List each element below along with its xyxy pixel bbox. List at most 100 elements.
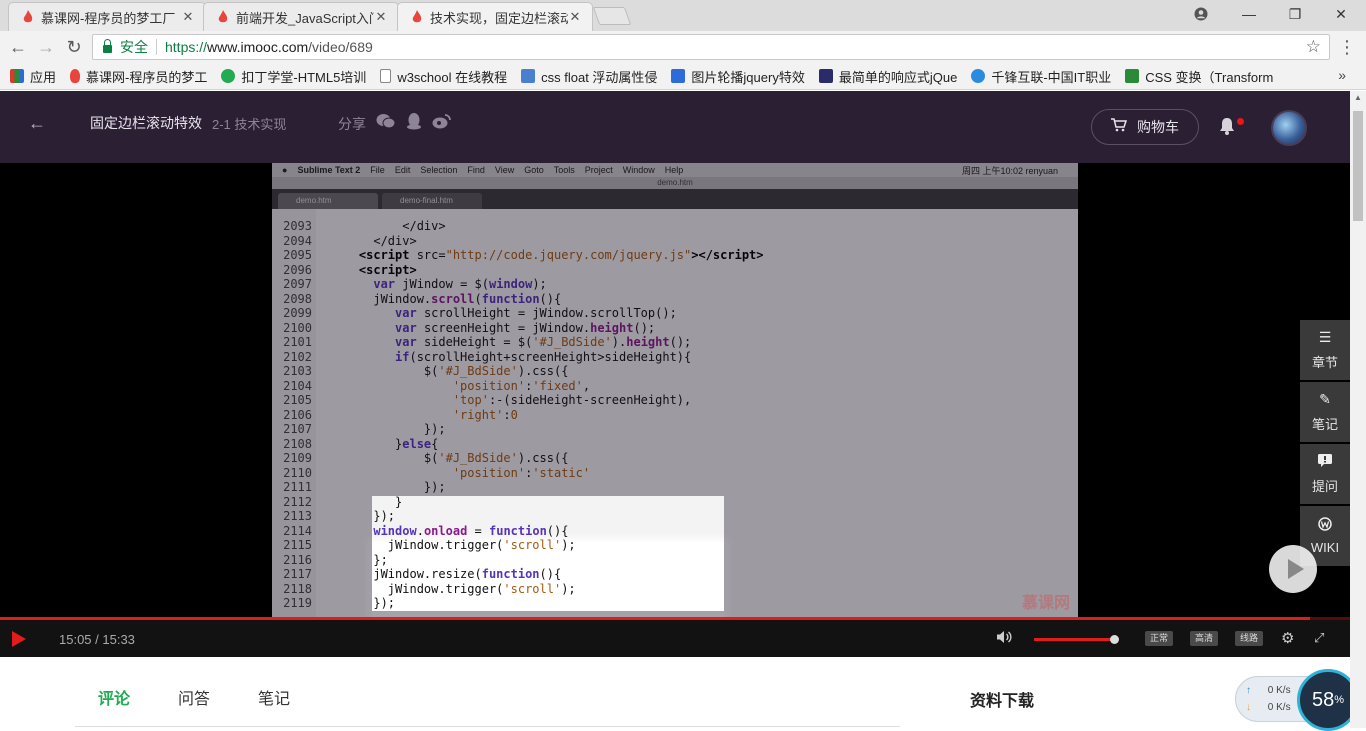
omnibox-divider <box>156 39 157 55</box>
close-icon[interactable]: ✕ <box>181 9 195 25</box>
kdxt-icon <box>221 69 236 83</box>
volume-knob[interactable] <box>1110 635 1119 644</box>
big-play-button[interactable] <box>1269 545 1317 593</box>
mac-menubar: ● Sublime Text 2 File Edit Selection Fin… <box>272 163 1078 177</box>
bookmark-apps[interactable]: 应用 <box>10 67 56 86</box>
tab-title: 技术实现，固定边栏滚动 <box>430 10 568 26</box>
bookmark-item[interactable]: 千锋互联-中国IT职业 <box>971 67 1111 86</box>
pencil-icon: ✎ <box>1319 391 1331 407</box>
weibo-icon[interactable] <box>432 113 452 134</box>
editor-tab: demo-final.htm <box>382 193 482 209</box>
list-icon: ☰ <box>1318 329 1332 345</box>
editor-tab: demo.htm <box>278 193 378 209</box>
more-bookmarks-icon[interactable]: » <box>1338 67 1346 83</box>
bookmark-star-icon[interactable]: ☆ <box>1306 37 1321 57</box>
playback-time: 15:05 / 15:33 <box>59 632 135 647</box>
speed-normal-chip[interactable]: 正常 <box>1145 631 1174 646</box>
responsive-icon <box>818 69 833 83</box>
editor-titlebar: demo.htm <box>272 177 1078 189</box>
tabs-divider <box>75 726 900 727</box>
bell-icon[interactable] <box>1219 117 1235 140</box>
bookmark-item[interactable]: 扣丁学堂-HTML5培训 <box>221 67 366 86</box>
course-header: ← 固定边栏滚动特效 2-1 技术实现 分享 购物车 <box>0 91 1350 163</box>
lock-icon <box>103 39 112 53</box>
video-player[interactable]: ● Sublime Text 2 File Edit Selection Fin… <box>0 163 1350 619</box>
bookmark-item[interactable]: 慕课网-程序员的梦工 <box>70 67 207 86</box>
bookmark-item[interactable]: css float 浮动属性侵 <box>521 67 657 86</box>
url-host: www.imooc.com <box>207 39 309 55</box>
notification-dot <box>1237 118 1244 125</box>
side-notes-button[interactable]: ✎ 笔记 <box>1300 382 1350 442</box>
fullscreen-icon[interactable]: ⤢ <box>1314 630 1324 646</box>
player-side-panel: ☰ 章节 ✎ 笔记 提问 WIKI <box>1300 320 1350 568</box>
download-speed-row: ↓ 0 K/s <box>1246 702 1291 713</box>
upload-speed: 0 K/s <box>1267 685 1291 696</box>
player-controls: 15:05 / 15:33 正常 高清 线路 ⚙ ⤢ <box>0 620 1350 657</box>
page-scrollbar[interactable]: ▲ <box>1350 91 1366 728</box>
line-select-chip[interactable]: 线路 <box>1235 631 1264 646</box>
browser-tab-current[interactable]: 技术实现，固定边栏滚动 ✕ <box>397 2 593 31</box>
bookmark-item[interactable]: 图片轮播jquery特效 <box>671 67 805 86</box>
downloads-heading: 资料下载 <box>970 693 1035 710</box>
url-path: /video/689 <box>308 39 373 55</box>
bookmarks-bar: 应用 慕课网-程序员的梦工 扣丁学堂-HTML5培训 w3school 在线教程… <box>0 63 1366 90</box>
minimize-button[interactable]: — <box>1226 0 1272 28</box>
code-editor: 2093 </div> 2094 </div> 2095 <script src… <box>272 209 1078 619</box>
cart-button[interactable]: 购物车 <box>1091 109 1199 145</box>
tab-notes[interactable]: 笔记 <box>258 685 290 709</box>
side-chapters-button[interactable]: ☰ 章节 <box>1300 320 1350 380</box>
cpu-value: 58 <box>1311 688 1335 711</box>
scroll-up-icon[interactable]: ▲ <box>1354 93 1362 102</box>
volume-slider[interactable] <box>1034 635 1119 644</box>
download-arrow-icon: ↓ <box>1246 702 1251 713</box>
quality-hd-chip[interactable]: 高清 <box>1190 631 1219 646</box>
profile-icon[interactable] <box>1178 0 1224 28</box>
cart-icon <box>1111 118 1128 136</box>
bookmark-item[interactable]: w3school 在线教程 <box>380 67 507 86</box>
wiki-icon <box>1318 517 1332 534</box>
volume-icon[interactable] <box>996 630 1012 648</box>
code-block: 2093 </div> 2094 </div> 2095 <script src… <box>283 219 764 610</box>
menu-icon[interactable]: ⋮ <box>1336 36 1358 58</box>
tab-comments[interactable]: 评论 <box>98 685 130 709</box>
apple-icon: ● <box>282 165 288 175</box>
restore-button[interactable]: ❐ <box>1272 0 1318 28</box>
browser-tab-frontend[interactable]: 前端开发_JavaScript入门 ✕ <box>203 2 399 31</box>
qq-icon[interactable] <box>406 112 422 135</box>
address-bar[interactable]: 安全 https:// www.imooc.com /video/689 ☆ <box>92 34 1330 60</box>
browser-tab-imooc[interactable]: 慕课网-程序员的梦工厂 ✕ <box>8 2 206 31</box>
side-question-button[interactable]: 提问 <box>1300 444 1350 504</box>
tab-title: 慕课网-程序员的梦工厂 <box>41 10 176 26</box>
jquery-icon <box>671 69 686 83</box>
upload-speed-row: ↑ 0 K/s <box>1246 685 1291 696</box>
course-title: 固定边栏滚动特效 <box>90 115 202 131</box>
url-scheme: https:// <box>165 39 208 55</box>
scrollbar-thumb[interactable] <box>1353 111 1363 221</box>
play-icon[interactable] <box>12 631 26 647</box>
new-tab-button[interactable] <box>592 7 632 25</box>
bookmark-item[interactable]: 最简单的响应式jQue <box>818 67 957 86</box>
close-icon[interactable]: ✕ <box>374 9 388 25</box>
bookmark-item[interactable]: CSS 变换（Transform <box>1125 67 1273 86</box>
css-icon <box>521 69 536 83</box>
back-arrow-icon[interactable]: ← <box>28 113 46 134</box>
forward-icon[interactable]: → <box>35 36 57 58</box>
browser-toolbar: ← → ↻ 安全 https:// www.imooc.com /video/6… <box>0 31 1366 63</box>
wechat-icon[interactable] <box>376 113 396 134</box>
upload-arrow-icon: ↑ <box>1246 685 1251 696</box>
flame-icon <box>23 10 33 23</box>
tab-qa[interactable]: 问答 <box>178 685 210 709</box>
back-icon[interactable]: ← <box>7 36 29 58</box>
flame-icon <box>218 10 228 23</box>
tab-title: 前端开发_JavaScript入门 <box>236 10 374 26</box>
avatar[interactable] <box>1271 110 1307 146</box>
secure-indicator[interactable]: 安全 <box>93 37 148 57</box>
gear-icon[interactable]: ⚙ <box>1281 629 1294 647</box>
share-group: 分享 <box>338 112 452 135</box>
window-close-button[interactable]: ✕ <box>1318 0 1364 28</box>
close-icon[interactable]: ✕ <box>568 9 582 25</box>
course-tabs-section: 评论 问答 笔记 资料下载 <box>0 657 1350 728</box>
cpu-unit: % <box>1334 694 1345 706</box>
reload-icon[interactable]: ↻ <box>63 36 85 58</box>
share-label: 分享 <box>338 115 366 132</box>
